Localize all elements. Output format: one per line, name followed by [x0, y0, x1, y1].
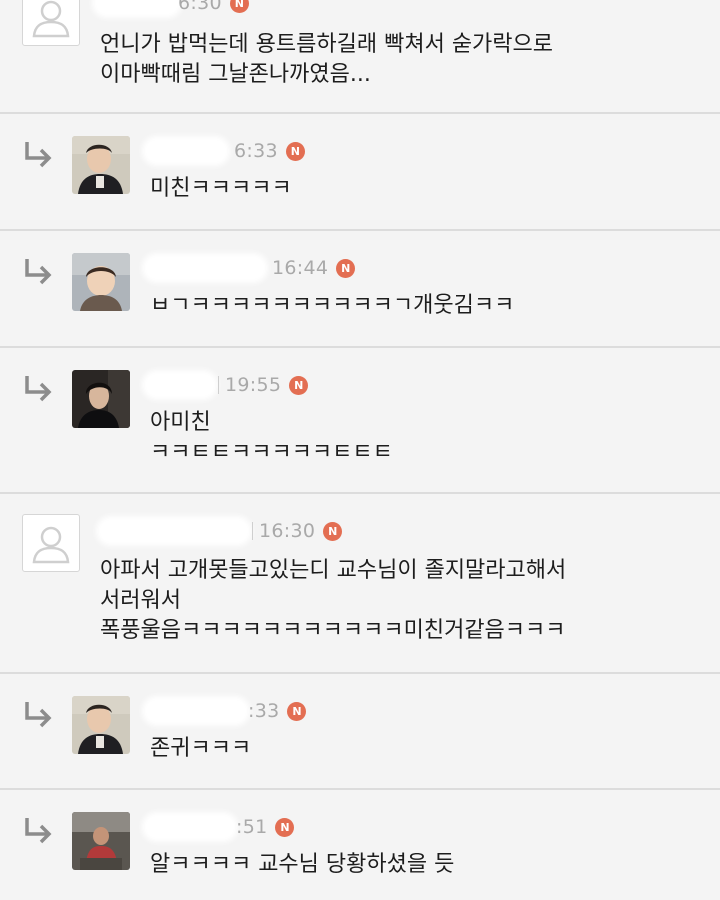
reply-item: :33 N 존귀ㅋㅋㅋ: [0, 674, 720, 790]
comment-time: 6:33: [234, 140, 278, 162]
divider: [252, 522, 253, 540]
author-name-redacted[interactable]: [100, 520, 248, 542]
comment-time: 16:30: [259, 520, 316, 542]
comment-text-line: 서러워서: [100, 588, 181, 613]
comment-text-line: 존귀ㅋㅋㅋ: [150, 736, 252, 761]
comment-text-line: 아파서 고개못들고있는디 교수님이 졸지말라고해서: [100, 558, 567, 583]
default-avatar-icon[interactable]: [22, 0, 80, 46]
comment-meta: 6:33 N: [146, 136, 305, 166]
comment-body: 아미친 ㅋㅋㅌㅌㅋㅋㅋㅋㅋㅌㅌㅌ: [150, 408, 393, 468]
comment-meta: 16:44 N: [146, 253, 356, 283]
user-avatar[interactable]: [72, 812, 130, 870]
reply-arrow-icon: [25, 259, 52, 285]
reply-arrow-icon: [25, 376, 52, 402]
new-badge: N: [289, 375, 309, 395]
comment-body: 언니가 밥먹는데 용트름하길래 빡쳐서 숟가락으로 이마빡때림 그날존나까였음.…: [100, 30, 553, 90]
comment-time: 19:55: [225, 374, 282, 396]
author-name-redacted[interactable]: [146, 374, 214, 396]
comment-body: 미친ㅋㅋㅋㅋㅋ: [150, 174, 292, 204]
author-name-redacted[interactable]: [146, 140, 226, 162]
comment-time: :33: [248, 700, 280, 722]
new-badge: N: [229, 0, 249, 13]
user-avatar[interactable]: [72, 370, 130, 428]
comment-text-line: 미친ㅋㅋㅋㅋㅋ: [150, 176, 292, 201]
comment-meta: 6:30 N: [96, 0, 249, 18]
reply-item: 19:55 N 아미친 ㅋㅋㅌㅌㅋㅋㅋㅋㅋㅌㅌㅌ: [0, 348, 720, 494]
user-avatar[interactable]: [72, 253, 130, 311]
reply-item: 6:33 N 미친ㅋㅋㅋㅋㅋ: [0, 114, 720, 231]
user-avatar[interactable]: [72, 696, 130, 754]
comment-text-line: 언니가 밥먹는데 용트름하길래 빡쳐서 숟가락으로: [100, 32, 554, 57]
author-name-redacted[interactable]: [146, 257, 264, 279]
comment-meta: 16:30 N: [100, 516, 343, 546]
comment-text-line: 폭풍울음ㅋㅋㅋㅋㅋㅋㅋㅋㅋㅋㅋ미친거같음ㅋㅋㅋ: [100, 618, 566, 643]
reply-arrow-icon: [25, 818, 52, 844]
reply-arrow-icon: [25, 702, 52, 728]
new-badge: N: [275, 817, 295, 837]
comment-time: :51: [236, 816, 268, 838]
comment-body: 알ㅋㅋㅋㅋ 교수님 당황하셨을 듯: [150, 850, 454, 880]
author-name-redacted[interactable]: [96, 0, 178, 14]
comment-meta: 19:55 N: [146, 370, 309, 400]
comment-meta: :51 N: [146, 812, 295, 842]
comment-time: 16:44: [272, 257, 329, 279]
reply-item: :51 N 알ㅋㅋㅋㅋ 교수님 당황하셨을 듯: [0, 790, 720, 900]
new-badge: N: [285, 141, 305, 161]
comment-text-line: ㅋㅋㅌㅌㅋㅋㅋㅋㅋㅌㅌㅌ: [150, 440, 393, 465]
new-badge: N: [323, 521, 343, 541]
comment-body: ㅂㄱㅋㅋㅋㅋㅋㅋㅋㅋㅋㅋㄱ개웃김ㅋㅋ: [150, 291, 514, 321]
comment-text-line: 알ㅋㅋㅋㅋ 교수님 당황하셨을 듯: [150, 852, 455, 877]
comment-item: 6:30 N 언니가 밥먹는데 용트름하길래 빡쳐서 숟가락으로 이마빡때림 그…: [0, 0, 720, 114]
new-badge: N: [336, 258, 356, 278]
reply-arrow-icon: [25, 142, 52, 168]
comment-text-line: 아미친: [150, 410, 211, 435]
user-avatar[interactable]: [72, 136, 130, 194]
comment-meta: :33 N: [146, 696, 307, 726]
comment-text-line: ㅂㄱㅋㅋㅋㅋㅋㅋㅋㅋㅋㅋㄱ개웃김ㅋㅋ: [150, 293, 515, 318]
comment-text-line: 이마빡때림 그날존나까였음...: [100, 62, 371, 87]
author-name-redacted[interactable]: [146, 816, 234, 838]
new-badge: N: [287, 701, 307, 721]
author-name-redacted[interactable]: [146, 700, 246, 722]
comment-body: 존귀ㅋㅋㅋ: [150, 734, 251, 764]
reply-item: 16:44 N ㅂㄱㅋㅋㅋㅋㅋㅋㅋㅋㅋㅋㄱ개웃김ㅋㅋ: [0, 231, 720, 348]
comment-body: 아파서 고개못들고있는디 교수님이 졸지말라고해서 서러워서 폭풍울음ㅋㅋㅋㅋㅋ…: [100, 556, 566, 646]
divider: [218, 376, 219, 394]
comment-time: 6:30: [178, 0, 222, 14]
comment-item: 16:30 N 아파서 고개못들고있는디 교수님이 졸지말라고해서 서러워서 폭…: [0, 494, 720, 674]
default-avatar-icon[interactable]: [22, 514, 80, 572]
